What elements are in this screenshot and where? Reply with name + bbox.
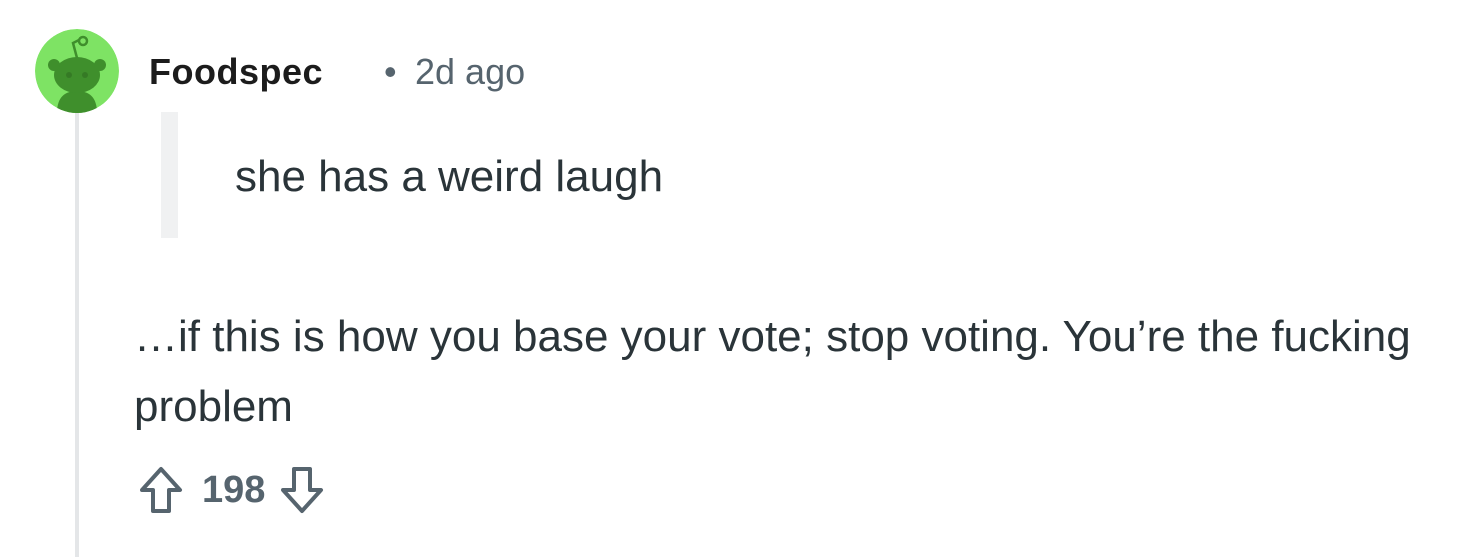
user-avatar[interactable] [35,29,119,113]
upvote-button[interactable] [134,460,188,520]
comment-body: …if this is how you base your vote; stop… [134,312,1411,431]
blockquote-text: she has a weird laugh [235,152,664,201]
comment-author[interactable]: Foodspec [149,52,323,92]
vote-bar: 198 [134,460,329,520]
meta-separator: • [384,51,397,92]
downvote-button[interactable] [275,460,329,520]
blockquote-bar [161,112,178,238]
thread-line[interactable] [75,112,79,557]
snoo-avatar-icon [35,29,119,113]
vote-score: 198 [202,469,266,511]
arrow-up-icon [140,467,182,513]
comment-timestamp[interactable]: 2d ago [415,52,525,92]
arrow-down-icon [281,467,324,513]
